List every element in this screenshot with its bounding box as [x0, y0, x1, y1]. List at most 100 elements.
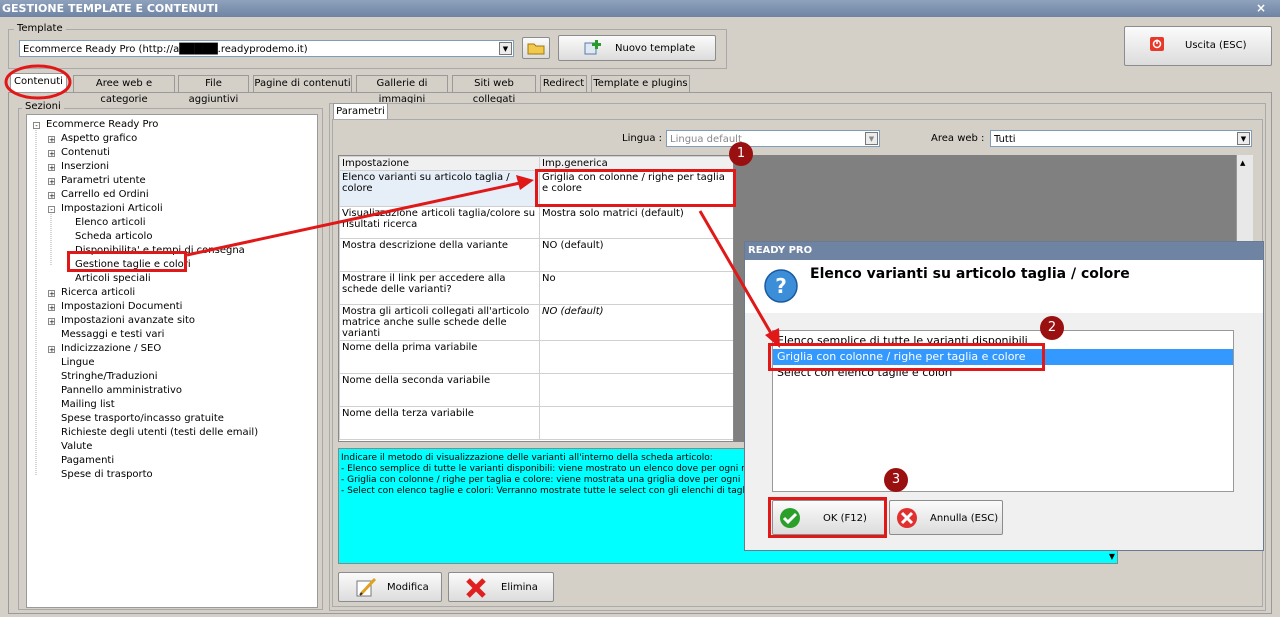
edit-button[interactable]: Modifica [338, 572, 442, 602]
cancel-button[interactable]: Annulla (ESC) [889, 500, 1003, 535]
tree-item[interactable]: Articoli speciali [75, 273, 151, 285]
tree-item[interactable]: Stringhe/Traduzioni [61, 371, 158, 383]
scroll-up-icon[interactable]: ▲ [1240, 159, 1245, 167]
table-row[interactable]: Mostra descrizione della variante NO (def… [339, 238, 733, 272]
tree-item[interactable]: Spese di trasporto [61, 469, 153, 481]
tree-item[interactable]: Ricerca articoli [61, 287, 135, 299]
exit-label: Uscita (ESC) [1185, 40, 1247, 51]
highlight-value-cell [535, 169, 736, 207]
setting-name-cell: Nome della terza variabile [339, 406, 540, 440]
area-select[interactable]: Tutti ▼ [990, 130, 1252, 147]
tree-item[interactable]: Parametri utente [61, 175, 146, 187]
tree-item[interactable]: Lingue [61, 357, 95, 369]
expand-icon[interactable]: + [48, 290, 55, 298]
collapse-icon[interactable]: - [33, 122, 40, 130]
tree-item[interactable]: Elenco articoli [75, 217, 146, 229]
tree-item[interactable]: Messaggi e testi vari [61, 329, 164, 341]
edit-icon [356, 577, 377, 597]
chevron-down-icon[interactable]: ▼ [865, 132, 878, 145]
tree-item[interactable]: Pagamenti [61, 455, 114, 467]
tab-siti-web-collegati[interactable]: Siti web collegati [452, 75, 536, 105]
add-template-icon [584, 40, 601, 55]
tree-item[interactable]: Inserzioni [61, 161, 109, 173]
power-icon [1150, 37, 1164, 51]
window-title: GESTIONE TEMPLATE E CONTENUTI [2, 2, 219, 15]
exit-button[interactable]: Uscita (ESC) [1124, 26, 1272, 66]
svg-text:?: ? [775, 274, 787, 298]
expand-icon[interactable]: + [48, 150, 55, 158]
setting-value-cell[interactable]: Mostra solo matrici (default) [539, 206, 733, 239]
tree-item[interactable]: Mailing list [61, 399, 115, 411]
expand-icon[interactable]: + [48, 136, 55, 144]
delete-x-icon [466, 578, 486, 598]
tab-redirect[interactable]: Redirect [540, 75, 587, 92]
table-row[interactable]: Nome della prima variabile [339, 340, 733, 374]
setting-name-cell: Mostra descrizione della variante [339, 238, 540, 272]
table-row[interactable]: Nome della terza variabile [339, 406, 733, 440]
tab-template-e-plugins[interactable]: Template e plugins [591, 75, 690, 92]
table-row[interactable]: Nome della seconda variabile [339, 373, 733, 407]
setting-value-cell[interactable] [539, 340, 733, 374]
tree-item[interactable]: Contenuti [61, 147, 110, 159]
folder-icon [527, 43, 545, 55]
setting-value-cell[interactable] [539, 406, 733, 440]
template-select[interactable]: Ecommerce Ready Pro (http://a█████.ready… [19, 40, 514, 57]
setting-value-cell[interactable]: No [539, 271, 733, 305]
tab-aree-web-e-categorie[interactable]: Aree web e categorie [73, 75, 175, 105]
language-select[interactable]: Lingua default ▼ [666, 130, 880, 147]
highlight-tree-item [67, 251, 187, 272]
setting-value-cell[interactable] [539, 373, 733, 407]
expand-icon[interactable]: + [48, 164, 55, 172]
tree-item[interactable]: Carrello ed Ordini [61, 189, 149, 201]
tree-item[interactable]: Aspetto grafico [61, 133, 137, 145]
tree-item[interactable]: Impostazioni Articoli [61, 203, 163, 215]
language-label: Lingua : [622, 133, 663, 144]
setting-name-cell: Visualizzazione articoli taglia/colore s… [339, 206, 540, 239]
expand-icon[interactable]: + [48, 178, 55, 186]
tab-pagine-di-contenuti[interactable]: Pagine di contenuti [253, 75, 352, 92]
chevron-down-icon[interactable]: ▼ [1237, 132, 1250, 145]
table-row[interactable]: Visualizzazione articoli taglia/colore s… [339, 206, 733, 239]
window-titlebar: GESTIONE TEMPLATE E CONTENUTI × [0, 0, 1280, 17]
table-row[interactable]: Mostra gli articoli collegati all'artico… [339, 304, 733, 341]
tree-item[interactable]: Richieste degli utenti (testi delle emai… [61, 427, 258, 439]
chevron-down-icon[interactable]: ▼ [499, 42, 512, 55]
tab-contenuti[interactable]: Contenuti [10, 73, 67, 93]
step-badge-1: 1 [729, 142, 753, 166]
tree-item[interactable]: Pannello amministrativo [61, 385, 182, 397]
expand-icon[interactable]: + [48, 346, 55, 354]
collapse-icon[interactable]: - [48, 206, 55, 214]
tree-item[interactable]: Indicizzazione / SEO [61, 343, 161, 355]
chevron-down-icon[interactable]: ▼ [1109, 551, 1115, 562]
delete-button[interactable]: Elimina [448, 572, 554, 602]
cancel-x-icon [897, 508, 917, 528]
step-badge-3: 3 [884, 468, 908, 492]
tab-parametri[interactable]: Parametri [333, 103, 388, 120]
sections-tree[interactable]: - Ecommerce Ready Pro + Aspetto grafico + Con… [26, 114, 318, 608]
col-header-setting[interactable]: Impostazione [339, 156, 540, 171]
tree-item[interactable]: Ecommerce Ready Pro [46, 119, 158, 131]
dialog-heading: Elenco varianti su articolo taglia / col… [810, 266, 1130, 282]
highlight-ok-button [768, 497, 887, 538]
setting-name-cell: Nome della prima variabile [339, 340, 540, 374]
tree-item[interactable]: Impostazioni avanzate sito [61, 315, 195, 327]
expand-icon[interactable]: + [48, 192, 55, 200]
expand-icon[interactable]: + [48, 304, 55, 312]
tree-item[interactable]: Impostazioni Documenti [61, 301, 182, 313]
question-icon: ? [764, 269, 798, 303]
tree-item[interactable]: Spese trasporto/incasso gratuite [61, 413, 224, 425]
open-folder-button[interactable] [522, 37, 550, 59]
expand-icon[interactable]: + [48, 318, 55, 326]
close-icon[interactable]: × [1256, 0, 1266, 17]
setting-value-cell[interactable]: NO (default) [539, 238, 733, 272]
setting-name-cell: Mostra gli articoli collegati all'artico… [339, 304, 540, 341]
table-row[interactable]: Mostrare il link per accedere alla sched… [339, 271, 733, 305]
tab-file-aggiuntivi[interactable]: File aggiuntivi [178, 75, 249, 105]
tree-item[interactable]: Scheda articolo [75, 231, 152, 243]
setting-value-cell[interactable]: NO (default) [539, 304, 733, 341]
tab-gallerie-di-immagini[interactable]: Gallerie di immagini [356, 75, 448, 105]
cancel-label: Annulla (ESC) [930, 513, 999, 524]
new-template-button[interactable]: Nuovo template [558, 35, 716, 61]
tree-item[interactable]: Valute [61, 441, 92, 453]
setting-name-cell: Nome della seconda variabile [339, 373, 540, 407]
